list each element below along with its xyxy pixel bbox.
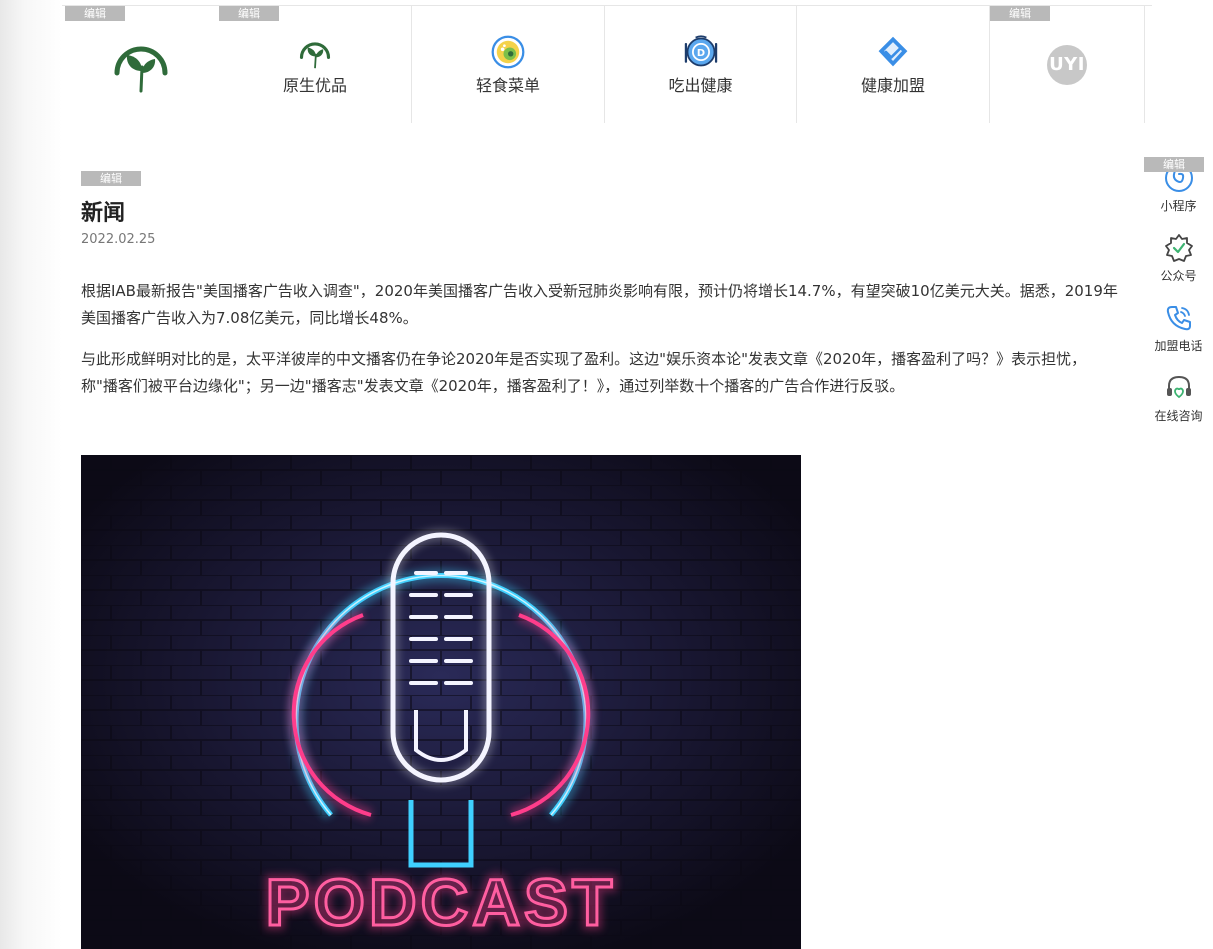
salad-bowl-icon	[491, 35, 525, 68]
nav-item-light-menu[interactable]: 轻食菜单	[411, 6, 604, 123]
sidebar-item-official-account[interactable]: 公众号	[1144, 232, 1213, 283]
brand-badge: UYI	[1047, 44, 1087, 85]
podcast-text: PODCAST	[266, 865, 617, 939]
nav-item-label: 轻食菜单	[475, 75, 540, 95]
nav-item-eat-healthy[interactable]: D 吃出健康	[604, 6, 796, 123]
sidebar-item-label: 加盟电话	[1154, 339, 1203, 353]
handshake-icon	[878, 36, 908, 66]
sidebar-item-online-consult[interactable]: 在线咨询	[1144, 372, 1213, 423]
podcast-neon-image: PODCAST PODCAST	[81, 455, 801, 949]
leaf-logo-icon	[114, 46, 168, 92]
nav-item-label: 原生优品	[282, 75, 347, 95]
sidebar-item-label: 公众号	[1160, 269, 1197, 283]
sidebar-item-label: 在线咨询	[1154, 409, 1203, 423]
site-logo[interactable]	[80, 6, 202, 123]
sidebar-item-franchise-phone[interactable]: 加盟电话	[1144, 302, 1213, 353]
page-left-shade	[0, 0, 62, 949]
nav-item-label: 吃出健康	[668, 75, 733, 95]
edit-tag[interactable]: 编辑	[81, 171, 141, 186]
leaf-logo-icon	[299, 41, 331, 68]
svg-text:D: D	[696, 48, 704, 59]
article-paragraph: 与此形成鲜明对比的是，太平洋彼岸的中文播客仍在争论2020年是否实现了盈利。这边…	[81, 350, 1087, 395]
sidebar-item-label: 小程序	[1160, 199, 1197, 213]
nav-item-label: 健康加盟	[860, 75, 925, 95]
phone-icon	[1166, 306, 1191, 331]
official-account-icon	[1164, 234, 1193, 262]
nav-brand-badge[interactable]: UYI	[989, 6, 1145, 123]
article-date: 2022.02.25	[81, 232, 156, 247]
nav-item-health-franchise[interactable]: 健康加盟	[796, 6, 989, 123]
plate-cutlery-icon: D	[684, 34, 717, 66]
nav-item-native-products[interactable]: 原生优品	[219, 6, 411, 123]
edit-tag[interactable]: 编辑	[1144, 157, 1204, 172]
podcast-microphone-illustration: PODCAST PODCAST	[81, 455, 801, 949]
article-title: 新闻	[81, 201, 126, 226]
headset-icon	[1166, 375, 1191, 399]
article-paragraph: 根据IAB最新报告"美国播客广告收入调查"，2020年美国播客广告收入受新冠肺炎…	[81, 282, 1118, 327]
top-navigation: 编辑 编辑 编辑 原生优品 轻食菜单 D 吃出健康 健康加盟 UYI	[62, 5, 1152, 123]
